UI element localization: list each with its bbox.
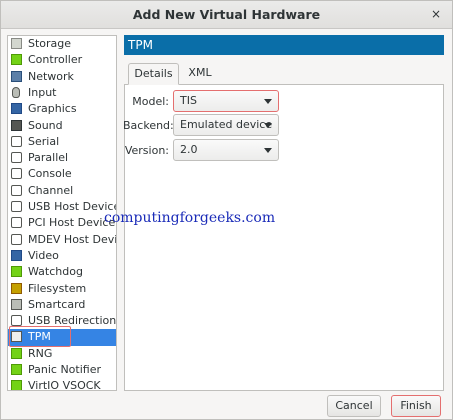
watermark-text: computingforgeeks.com	[104, 210, 276, 226]
hardware-item-panic-notifier[interactable]: Panic Notifier	[8, 362, 116, 378]
plug-icon	[11, 201, 22, 212]
finish-button[interactable]: Finish	[391, 395, 441, 417]
model-dropdown[interactable]: TIS	[173, 90, 279, 112]
hardware-item-controller[interactable]: Controller	[8, 52, 116, 68]
version-label: Version:	[124, 144, 169, 157]
version-dropdown[interactable]: 2.0	[173, 139, 279, 161]
hardware-item-channel[interactable]: Channel	[8, 183, 116, 199]
tpm-annotation-box	[9, 326, 71, 347]
hardware-item-watchdog[interactable]: Watchdog	[8, 264, 116, 280]
hardware-item-mdev-host-device[interactable]: MDEV Host Device	[8, 232, 116, 248]
plug-icon	[11, 315, 22, 327]
hardware-item-sound[interactable]: Sound	[8, 118, 116, 134]
tab-details[interactable]: Details	[128, 63, 179, 85]
hardware-item-storage[interactable]: Storage	[8, 36, 116, 52]
hardware-item-pci-host-device[interactable]: PCI Host Device	[8, 215, 116, 231]
hardware-item-usb-host-device[interactable]: USB Host Device	[8, 199, 116, 215]
hardware-item-label: Serial	[28, 134, 60, 148]
hardware-item-parallel[interactable]: Parallel	[8, 150, 116, 166]
add-hardware-dialog: Add New Virtual Hardware × Storage Contro…	[0, 0, 453, 420]
hardware-item-graphics[interactable]: Graphics	[8, 101, 116, 117]
hardware-item-network[interactable]: Network	[8, 69, 116, 85]
model-value: TIS	[180, 94, 197, 107]
details-panel: Model: TIS Backend: Emulated device Vers…	[123, 85, 444, 391]
hardware-item-label: Controller	[28, 53, 83, 67]
network-icon	[11, 70, 22, 82]
chip-icon	[11, 347, 22, 359]
plug-icon	[11, 135, 22, 147]
hardware-item-label: Sound	[28, 118, 63, 132]
hardware-item-label: Console	[28, 167, 72, 181]
plug-icon	[11, 233, 22, 245]
hardware-item-label: Panic Notifier	[28, 363, 101, 376]
disk-icon	[11, 38, 22, 49]
model-label: Model:	[132, 95, 169, 108]
close-icon[interactable]: ×	[428, 6, 444, 22]
section-header: TPM	[124, 35, 444, 55]
hardware-item-label: Watchdog	[28, 265, 83, 279]
hardware-item-smartcard[interactable]: Smartcard	[8, 297, 116, 313]
monitor-icon	[11, 103, 22, 115]
hardware-item-filesystem[interactable]: Filesystem	[8, 281, 116, 297]
chevron-down-icon	[264, 123, 272, 128]
dialog-title: Add New Virtual Hardware	[132, 7, 321, 22]
hardware-item-video[interactable]: Video	[8, 248, 116, 264]
chip-icon	[11, 266, 22, 278]
hardware-item-virtio-vsock[interactable]: VirtIO VSOCK	[8, 378, 116, 391]
backend-value: Emulated device	[180, 118, 273, 131]
hardware-item-label: MDEV Host Device	[28, 232, 117, 246]
chevron-down-icon	[264, 148, 272, 153]
backend-label: Backend:	[123, 119, 174, 132]
tab-xml[interactable]: XML	[182, 63, 218, 85]
sound-icon	[11, 119, 22, 131]
chip-icon	[11, 364, 22, 375]
hardware-item-label: PCI Host Device	[28, 216, 116, 230]
hardware-item-label: Parallel	[28, 151, 69, 165]
plug-icon	[11, 184, 22, 196]
chevron-down-icon	[264, 99, 272, 104]
cancel-button[interactable]: Cancel	[327, 395, 381, 417]
plug-icon	[11, 217, 22, 229]
hardware-item-serial[interactable]: Serial	[8, 134, 116, 150]
chip-icon	[11, 54, 22, 66]
monitor-icon	[11, 249, 22, 261]
plug-icon	[11, 152, 22, 164]
hardware-item-label: VirtIO VSOCK	[28, 379, 101, 391]
plug-icon	[11, 168, 22, 180]
tab-strip: Details XML	[124, 63, 444, 85]
backend-dropdown[interactable]: Emulated device	[173, 114, 279, 136]
hardware-item-label: RNG	[28, 346, 53, 360]
hardware-item-label: Video	[28, 248, 59, 262]
hardware-item-label: Filesystem	[28, 281, 87, 295]
hardware-item-rng[interactable]: RNG	[8, 346, 116, 362]
hardware-item-label: Channel	[28, 183, 74, 197]
hardware-item-input[interactable]: Input	[8, 85, 116, 101]
hardware-item-console[interactable]: Console	[8, 166, 116, 182]
hardware-item-label: Input	[28, 85, 57, 99]
folder-icon	[11, 282, 22, 294]
hardware-item-label: Network	[28, 69, 74, 83]
hardware-item-label: Graphics	[28, 102, 77, 116]
mouse-icon	[12, 86, 20, 98]
version-value: 2.0	[180, 143, 198, 156]
chip-icon	[11, 380, 22, 390]
titlebar: Add New Virtual Hardware ×	[1, 1, 452, 29]
card-icon	[11, 298, 22, 310]
hardware-item-label: Smartcard	[28, 297, 86, 311]
hardware-item-label: Storage	[28, 37, 72, 50]
